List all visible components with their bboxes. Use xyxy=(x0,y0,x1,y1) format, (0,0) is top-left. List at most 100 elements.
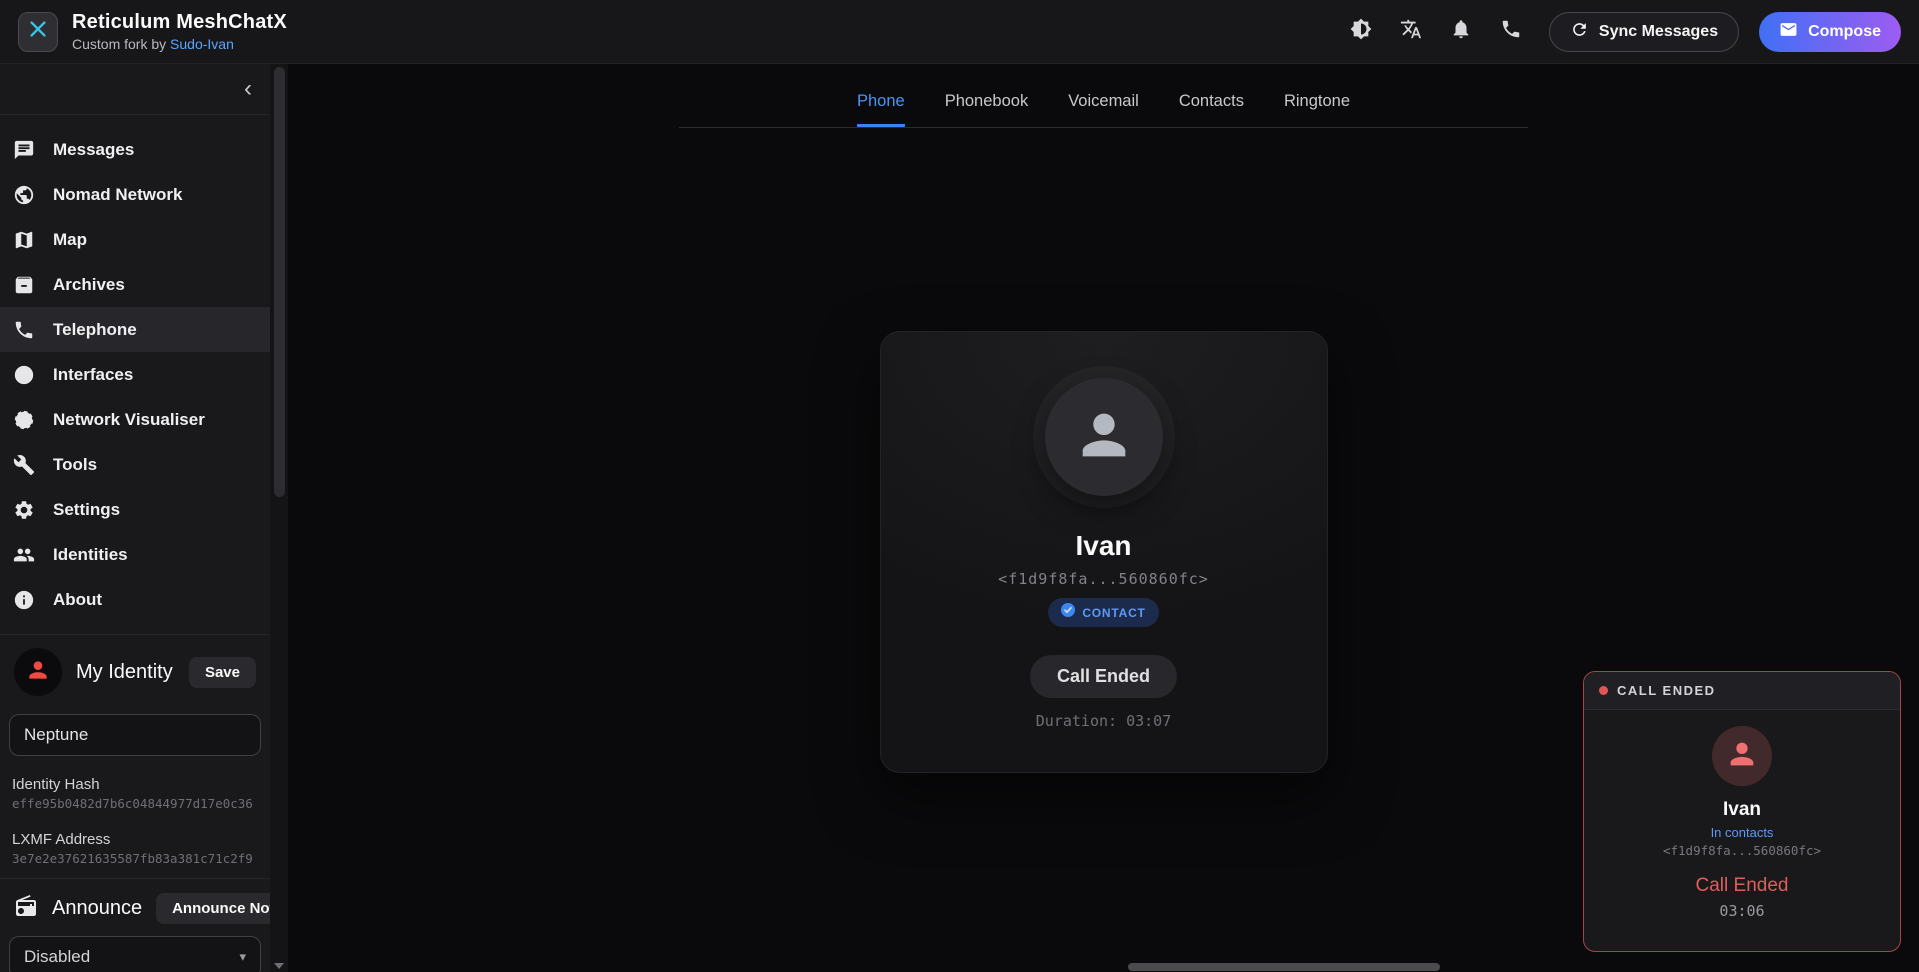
phone-tabs: Phone Phonebook Voicemail Contacts Ringt… xyxy=(288,64,1919,127)
sidebar-item-interfaces[interactable]: Interfaces xyxy=(0,352,270,397)
lxmf-address-label: LXMF Address xyxy=(12,831,258,848)
compose-button[interactable]: Compose xyxy=(1759,12,1901,52)
gear-icon xyxy=(13,499,35,521)
sync-messages-label: Sync Messages xyxy=(1599,23,1718,41)
tab-contacts[interactable]: Contacts xyxy=(1179,92,1244,127)
page-title: Reticulum MeshChatX xyxy=(72,11,287,34)
x-logo-icon xyxy=(27,18,49,45)
sidebar-item-identities[interactable]: Identities xyxy=(0,532,270,577)
notification-caller-hash: <f1d9f8fa...560860fc> xyxy=(1663,843,1821,858)
notification-body: Ivan In contacts <f1d9f8fa...560860fc> C… xyxy=(1584,710,1900,920)
network-question-icon: ? xyxy=(13,409,35,431)
announce-now-button[interactable]: Announce Now xyxy=(156,893,288,924)
app-logo[interactable] xyxy=(18,12,58,52)
call-card: Ivan <f1d9f8fa...560860fc> CONTACT Call … xyxy=(880,331,1328,773)
bell-icon xyxy=(1450,18,1472,45)
contact-badge: CONTACT xyxy=(1048,598,1158,627)
sidebar-item-network-visualiser[interactable]: ? Network Visualiser xyxy=(0,397,270,442)
sidebar-item-archives[interactable]: Archives xyxy=(0,262,270,307)
chevron-down-icon: ▾ xyxy=(239,949,246,965)
call-avatar xyxy=(1045,378,1163,496)
sidebar-nav: Messages Nomad Network Map xyxy=(0,115,270,622)
sidebar-item-label: Settings xyxy=(53,500,120,520)
tab-phonebook[interactable]: Phonebook xyxy=(945,92,1029,127)
call-ended-button[interactable]: Call Ended xyxy=(1030,655,1177,698)
telephone-header-button[interactable] xyxy=(1499,20,1523,44)
red-status-dot-icon xyxy=(1599,686,1608,695)
notification-header: CALL ENDED xyxy=(1584,672,1900,710)
notification-title: CALL ENDED xyxy=(1617,683,1716,698)
sidebar-item-label: Telephone xyxy=(53,320,137,340)
my-identity-title: My Identity xyxy=(76,661,173,684)
globe-icon xyxy=(13,184,35,206)
sidebar: ‹ Messages Nomad Network xyxy=(0,64,288,972)
sidebar-item-tools[interactable]: Tools xyxy=(0,442,270,487)
sidebar-item-about[interactable]: About xyxy=(0,577,270,622)
svg-text:?: ? xyxy=(21,413,27,426)
sidebar-item-label: Network Visualiser xyxy=(53,410,205,430)
tab-ringtone[interactable]: Ringtone xyxy=(1284,92,1350,127)
compose-label: Compose xyxy=(1808,23,1881,41)
app-header: Reticulum MeshChatX Custom fork by Sudo-… xyxy=(0,0,1919,64)
hub-icon xyxy=(13,364,35,386)
sidebar-item-label: About xyxy=(53,590,102,610)
contact-badge-label: CONTACT xyxy=(1082,606,1145,620)
sidebar-scrollbar-thumb[interactable] xyxy=(274,67,285,497)
identity-name-input[interactable] xyxy=(9,714,261,756)
scrollbar-down-arrow-icon[interactable] xyxy=(274,963,284,969)
subtitle-text: Custom fork by xyxy=(72,36,170,52)
sidebar-collapse-button[interactable]: ‹ xyxy=(238,79,258,99)
chat-icon xyxy=(13,139,35,161)
announce-title: Announce xyxy=(52,897,142,920)
announce-interval-value: Disabled xyxy=(24,947,90,967)
in-contacts-link[interactable]: In contacts xyxy=(1711,825,1774,840)
app-titles: Reticulum MeshChatX Custom fork by Sudo-… xyxy=(72,11,287,52)
sidebar-item-label: Archives xyxy=(53,275,125,295)
phone-icon xyxy=(1500,18,1522,45)
sidebar-item-settings[interactable]: Settings xyxy=(0,487,270,532)
header-actions: Sync Messages Compose xyxy=(1349,12,1901,52)
notification-call-time: 03:06 xyxy=(1719,902,1764,920)
sidebar-item-label: Tools xyxy=(53,455,97,475)
tab-phone[interactable]: Phone xyxy=(857,92,905,127)
notifications-button[interactable] xyxy=(1449,20,1473,44)
my-identity-section: My Identity Save xyxy=(0,635,270,696)
save-button[interactable]: Save xyxy=(189,657,256,688)
person-icon xyxy=(1072,403,1136,472)
main-content: Phone Phonebook Voicemail Contacts Ringt… xyxy=(288,64,1919,972)
author-link[interactable]: Sudo-Ivan xyxy=(170,36,234,52)
call-duration: Duration: 03:07 xyxy=(1036,712,1171,730)
horizontal-scrollbar-thumb[interactable] xyxy=(1128,963,1440,971)
sidebar-scrollbar-track[interactable] xyxy=(270,64,288,972)
theme-toggle-button[interactable] xyxy=(1349,20,1373,44)
call-ended-notification[interactable]: CALL ENDED Ivan In contacts <f1d9f8fa...… xyxy=(1583,671,1901,952)
sidebar-item-nomad-network[interactable]: Nomad Network xyxy=(0,172,270,217)
tabs-divider xyxy=(679,127,1528,128)
people-icon xyxy=(13,544,35,566)
sync-messages-button[interactable]: Sync Messages xyxy=(1549,12,1739,52)
sidebar-item-messages[interactable]: Messages xyxy=(0,127,270,172)
wrench-icon xyxy=(13,454,35,476)
identity-hash-value: effe95b0482d7b6c04844977d17e0c36 xyxy=(12,796,258,811)
sidebar-item-label: Identities xyxy=(53,545,128,565)
lxmf-address-value: 3e7e2e37621635587fb83a381c71c2f9 xyxy=(12,851,258,866)
announce-section: Announce Announce Now xyxy=(0,879,270,924)
announce-interval-select[interactable]: Disabled ▾ xyxy=(9,936,261,972)
translate-icon xyxy=(1400,18,1422,45)
notification-caller-name: Ivan xyxy=(1723,799,1761,821)
sidebar-item-label: Map xyxy=(53,230,87,250)
person-icon xyxy=(25,657,51,688)
sidebar-item-label: Nomad Network xyxy=(53,185,182,205)
my-identity-avatar xyxy=(14,648,62,696)
caller-hash: <f1d9f8fa...560860fc> xyxy=(998,570,1209,588)
archive-icon xyxy=(13,274,35,296)
sidebar-item-telephone[interactable]: Telephone xyxy=(0,307,270,352)
tab-voicemail[interactable]: Voicemail xyxy=(1068,92,1139,127)
sidebar-item-map[interactable]: Map xyxy=(0,217,270,262)
map-icon xyxy=(13,229,35,251)
sidebar-item-label: Messages xyxy=(53,140,134,160)
app-subtitle: Custom fork by Sudo-Ivan xyxy=(72,36,287,52)
language-button[interactable] xyxy=(1399,20,1423,44)
notification-status: Call Ended xyxy=(1696,875,1789,897)
refresh-icon xyxy=(1570,20,1589,44)
